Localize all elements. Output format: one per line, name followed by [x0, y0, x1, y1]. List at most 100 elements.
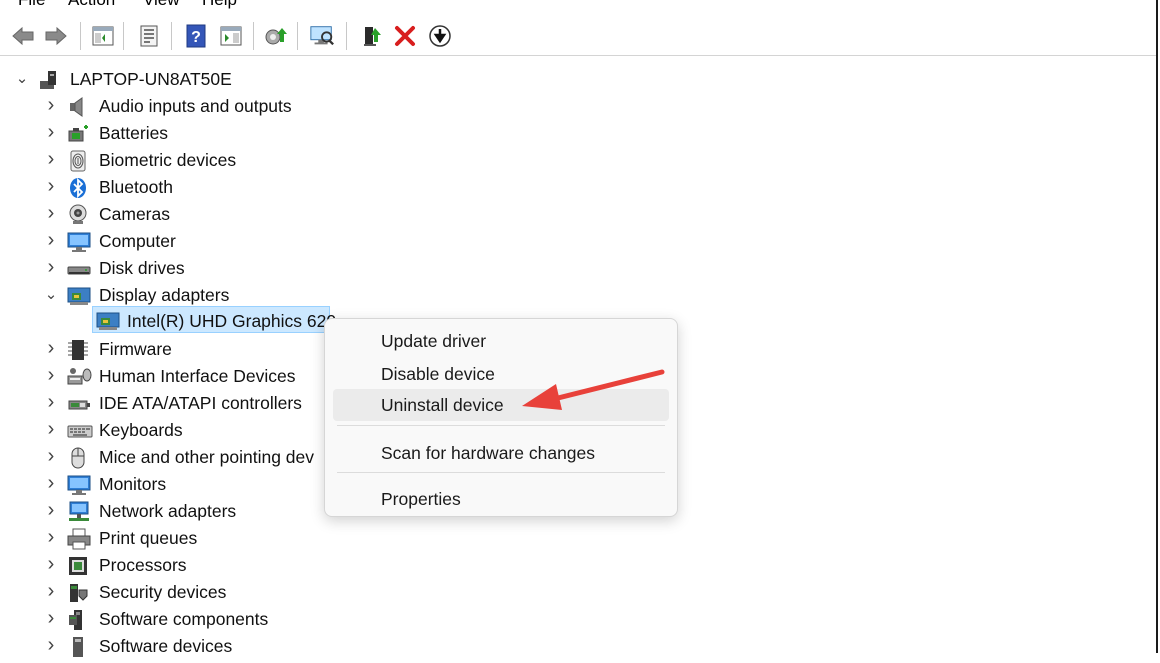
chevron-right-icon[interactable]: ›: [44, 419, 58, 439]
disable-device-icon[interactable]: [427, 24, 453, 48]
processor-icon: [67, 555, 89, 577]
menu-view[interactable]: View: [143, 0, 180, 10]
tree-item-label: Intel(R) UHD Graphics 620: [127, 311, 337, 331]
tree-item-label: Audio inputs and outputs: [99, 96, 292, 116]
tree-item-biometric-devices[interactable]: › Biometric devices: [0, 147, 600, 174]
tree-item-label: Network adapters: [99, 501, 237, 521]
chevron-right-icon[interactable]: ›: [44, 122, 58, 142]
tree-item-label: Computer: [99, 231, 176, 251]
tree-item-label: Bluetooth: [99, 177, 173, 197]
ide-controller-icon: [67, 393, 90, 415]
tree-item-label: Firmware: [99, 339, 172, 359]
computer-root-icon: [38, 69, 60, 91]
chevron-down-icon[interactable]: ⌄: [44, 287, 58, 303]
monitor-icon: [67, 474, 91, 496]
network-adapter-icon: [67, 501, 89, 523]
firmware-icon: [67, 339, 89, 361]
chevron-right-icon[interactable]: ›: [44, 176, 58, 196]
toolbar-separator: [171, 22, 172, 50]
tree-item-label: Processors: [99, 555, 187, 575]
chevron-right-icon[interactable]: ›: [44, 473, 58, 493]
chevron-right-icon[interactable]: ›: [44, 257, 58, 277]
chevron-right-icon[interactable]: ›: [44, 365, 58, 385]
menu-file[interactable]: File: [18, 0, 45, 10]
menu-item-label: Update driver: [381, 331, 487, 351]
chevron-right-icon[interactable]: ›: [44, 608, 58, 628]
update-driver-icon[interactable]: [263, 24, 289, 48]
menu-item-update-driver[interactable]: Update driver: [333, 325, 669, 357]
context-menu: Update driver Disable device Uninstall d…: [324, 318, 678, 517]
toolbar-separator: [346, 22, 347, 50]
tree-item-label: Keyboards: [99, 420, 183, 440]
keyboard-icon: [67, 420, 93, 442]
tree-item-label: Print queues: [99, 528, 198, 548]
device-manager-window: File Action View Help ?: [0, 0, 1158, 657]
software-component-icon: [67, 609, 89, 631]
tree-item-audio-inputs-and-outputs[interactable]: › Audio inputs and outputs: [0, 93, 600, 120]
scan-hardware-icon[interactable]: [309, 24, 335, 48]
chevron-down-icon[interactable]: ⌄: [15, 71, 29, 87]
menu-action[interactable]: Action: [68, 0, 115, 10]
security-device-icon: [67, 582, 89, 604]
toolbar-separator: [253, 22, 254, 50]
chevron-right-icon[interactable]: ›: [44, 149, 58, 169]
tree-root[interactable]: ⌄ LAPTOP-UN8AT50E: [0, 66, 600, 93]
chevron-right-icon[interactable]: ›: [44, 95, 58, 115]
tree-item-security-devices[interactable]: › Security devices: [0, 579, 600, 606]
tree-item-processors[interactable]: › Processors: [0, 552, 600, 579]
bluetooth-icon: [67, 177, 89, 199]
back-icon[interactable]: [10, 24, 36, 48]
svg-text:?: ?: [191, 29, 201, 46]
printer-icon: [67, 528, 91, 550]
forward-icon[interactable]: [43, 24, 69, 48]
chevron-right-icon[interactable]: ›: [44, 500, 58, 520]
properties-icon[interactable]: [136, 24, 162, 48]
tree-item-computer[interactable]: › Computer: [0, 228, 600, 255]
camera-icon: [67, 204, 89, 226]
tree-item-disk-drives[interactable]: › Disk drives: [0, 255, 600, 282]
menu-item-properties[interactable]: Properties: [333, 483, 669, 515]
enable-device-icon[interactable]: [360, 24, 386, 48]
tree-item-print-queues[interactable]: › Print queues: [0, 525, 600, 552]
chevron-right-icon[interactable]: ›: [44, 230, 58, 250]
menu-item-label: Scan for hardware changes: [381, 443, 596, 463]
battery-icon: [67, 123, 89, 145]
tree-item-software-components[interactable]: › Software components: [0, 606, 600, 633]
chevron-right-icon[interactable]: ›: [44, 635, 58, 655]
hid-icon: [67, 366, 92, 388]
chevron-right-icon[interactable]: ›: [44, 392, 58, 412]
fingerprint-icon: [67, 150, 89, 172]
tree-item-label: Security devices: [99, 582, 227, 602]
help-icon[interactable]: ?: [183, 24, 209, 48]
show-hide-console-tree-icon[interactable]: [90, 24, 116, 48]
chevron-right-icon[interactable]: ›: [44, 338, 58, 358]
toolbar: ?: [0, 17, 1156, 56]
menu-help[interactable]: Help: [202, 0, 237, 10]
menu-item-scan-hardware[interactable]: Scan for hardware changes: [333, 437, 669, 469]
chevron-right-icon[interactable]: ›: [44, 203, 58, 223]
tree-item-label: Disk drives: [99, 258, 185, 278]
disk-drive-icon: [67, 258, 91, 280]
tree-item-label: Monitors: [99, 474, 167, 494]
toolbar-separator: [297, 22, 298, 50]
chevron-right-icon[interactable]: ›: [44, 581, 58, 601]
tree-item-display-adapters[interactable]: ⌄ Display adapters: [0, 282, 600, 309]
tree-item-batteries[interactable]: › Batteries: [0, 120, 600, 147]
tree-item-bluetooth[interactable]: › Bluetooth: [0, 174, 600, 201]
speaker-icon: [67, 96, 89, 118]
tree-item-label: Biometric devices: [99, 150, 237, 170]
menu-separator: [337, 425, 665, 426]
chevron-right-icon[interactable]: ›: [44, 446, 58, 466]
tree-item-label: Cameras: [99, 204, 170, 224]
computer-icon: [67, 231, 91, 253]
chevron-right-icon[interactable]: ›: [44, 554, 58, 574]
tree-item-cameras[interactable]: › Cameras: [0, 201, 600, 228]
chevron-right-icon[interactable]: ›: [44, 527, 58, 547]
display-adapter-icon: [96, 310, 120, 332]
uninstall-device-icon[interactable]: [392, 24, 418, 48]
menu-separator: [337, 472, 665, 473]
tree-item-software-devices[interactable]: › Software devices: [0, 633, 600, 660]
annotation-arrow: [522, 369, 665, 410]
tree-item-label: Display adapters: [99, 285, 230, 305]
show-action-pane-icon[interactable]: [218, 24, 244, 48]
